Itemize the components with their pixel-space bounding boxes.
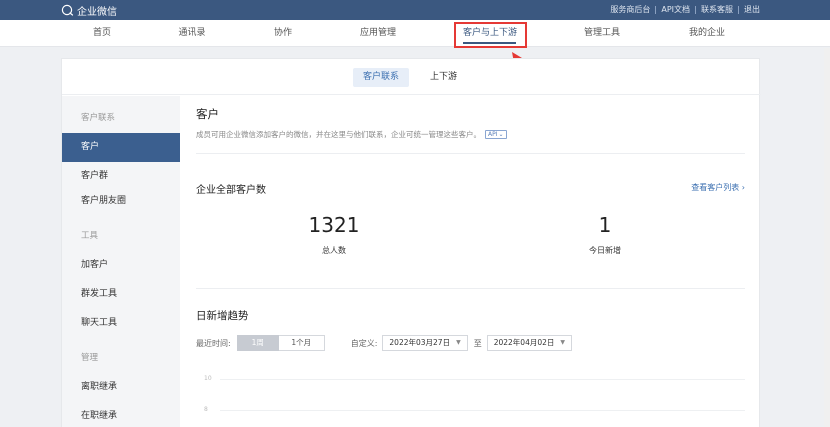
nav-app-management[interactable]: 应用管理 xyxy=(360,20,396,47)
contact-support-link[interactable]: 联系客服 xyxy=(701,4,733,15)
divider xyxy=(738,5,739,14)
divider xyxy=(196,153,745,154)
time-range-toggle: 1周 1个月 xyxy=(236,335,325,351)
chevron-down-icon: ⌄ xyxy=(498,131,504,138)
end-date-value: 2022年04月02日 xyxy=(493,338,555,347)
start-date-picker[interactable]: 2022年03月27日 ▼ xyxy=(382,335,468,351)
main-nav: 首页 通讯录 协作 应用管理 客户与上下游 管理工具 我的企业 xyxy=(0,20,830,47)
main-card: 客户联系 上下游 客户联系 客户 客户群 客户朋友圈 工具 加客户 群发工具 聊… xyxy=(61,58,761,427)
custom-range-label: 自定义: xyxy=(350,338,378,348)
total-customers-label: 总人数 xyxy=(322,246,346,255)
page-scrollbar[interactable] xyxy=(824,48,830,427)
nav-contacts[interactable]: 通讯录 xyxy=(178,20,205,47)
tab-customer-contact[interactable]: 客户联系 xyxy=(353,68,410,87)
trend-section-title: 日新增趋势 xyxy=(196,310,249,322)
divider xyxy=(196,288,745,289)
top-links: 服务商后台 API文档 联系客服 退出 xyxy=(610,4,760,15)
sub-tabs: 客户联系 上下游 xyxy=(62,59,761,95)
total-customers-value: 1321 xyxy=(308,213,360,237)
divider xyxy=(655,5,657,14)
end-date-picker[interactable]: 2022年04月02日 ▼ xyxy=(486,335,573,351)
sidebar-item-chat-tools[interactable]: 聊天工具 xyxy=(62,309,180,338)
view-customer-list-link[interactable]: 查看客户列表 › xyxy=(691,182,745,193)
stats-section-title: 企业全部客户数 xyxy=(196,185,266,196)
sidebar-section-customer-contact: 客户联系 xyxy=(81,113,116,123)
chart-y-tick: 10 xyxy=(204,375,212,382)
api-docs-link[interactable]: API文档 xyxy=(661,4,690,15)
annotation-highlight-box xyxy=(454,22,527,48)
api-badge-label: API xyxy=(488,131,498,138)
nav-my-enterprise[interactable]: 我的企业 xyxy=(689,20,725,47)
chart-y-tick: 8 xyxy=(204,406,208,413)
description-text: 成员可用企业微信添加客户的微信，并在这里与他们联系，企业可统一管理这些客户。 xyxy=(196,130,481,139)
nav-management-tools[interactable]: 管理工具 xyxy=(584,20,620,47)
caret-down-icon: ▼ xyxy=(560,339,566,346)
range-1-week-button[interactable]: 1周 xyxy=(236,335,279,351)
wecom-logo-icon xyxy=(61,4,74,16)
top-bar: 企业微信 服务商后台 API文档 联系客服 退出 xyxy=(0,0,830,20)
api-badge[interactable]: API ⌄ xyxy=(485,130,507,139)
nav-collaboration[interactable]: 协作 xyxy=(274,20,292,47)
trend-filter-row: 最近时间: 1周 1个月 自定义: 2022年03月27日 ▼ 至 2022年0… xyxy=(196,335,573,351)
sidebar-item-active-inheritance[interactable]: 在职继承 xyxy=(62,402,180,427)
sidebar-section-tools: 工具 xyxy=(81,231,99,241)
logout-link[interactable]: 退出 xyxy=(744,4,760,15)
today-new-value: 1 xyxy=(598,213,612,237)
sidebar-item-customers[interactable]: 客户 xyxy=(62,133,180,162)
page-title: 客户 xyxy=(196,107,219,121)
content-area: 客户 成员可用企业微信添加客户的微信，并在这里与他们联系，企业可统一管理这些客户… xyxy=(180,96,761,427)
range-to-label: 至 xyxy=(473,338,482,348)
sidebar: 客户联系 客户 客户群 客户朋友圈 工具 加客户 群发工具 聊天工具 管理 离职… xyxy=(62,96,180,427)
today-new-label: 今日新增 xyxy=(589,246,621,255)
tab-upstream-downstream[interactable]: 上下游 xyxy=(420,68,467,87)
caret-down-icon: ▼ xyxy=(456,339,461,346)
sidebar-section-management: 管理 xyxy=(81,353,99,363)
sidebar-item-customer-moments[interactable]: 客户朋友圈 xyxy=(62,187,180,216)
provider-console-link[interactable]: 服务商后台 xyxy=(610,4,650,15)
sidebar-item-resigned-inheritance[interactable]: 离职继承 xyxy=(62,373,180,402)
chart-gridline xyxy=(220,379,745,380)
range-1-month-button[interactable]: 1个月 xyxy=(278,335,325,351)
start-date-value: 2022年03月27日 xyxy=(389,338,451,347)
divider xyxy=(695,5,696,14)
nav-home[interactable]: 首页 xyxy=(93,20,111,47)
sidebar-item-add-customer[interactable]: 加客户 xyxy=(62,251,180,280)
sidebar-item-mass-messaging[interactable]: 群发工具 xyxy=(62,280,180,309)
recent-time-label: 最近时间: xyxy=(196,338,231,348)
page-description: 成员可用企业微信添加客户的微信，并在这里与他们联系，企业可统一管理这些客户。 A… xyxy=(196,129,507,140)
chart-gridline xyxy=(220,410,745,411)
brand-logo[interactable]: 企业微信 xyxy=(61,3,117,18)
brand-name: 企业微信 xyxy=(77,6,117,18)
